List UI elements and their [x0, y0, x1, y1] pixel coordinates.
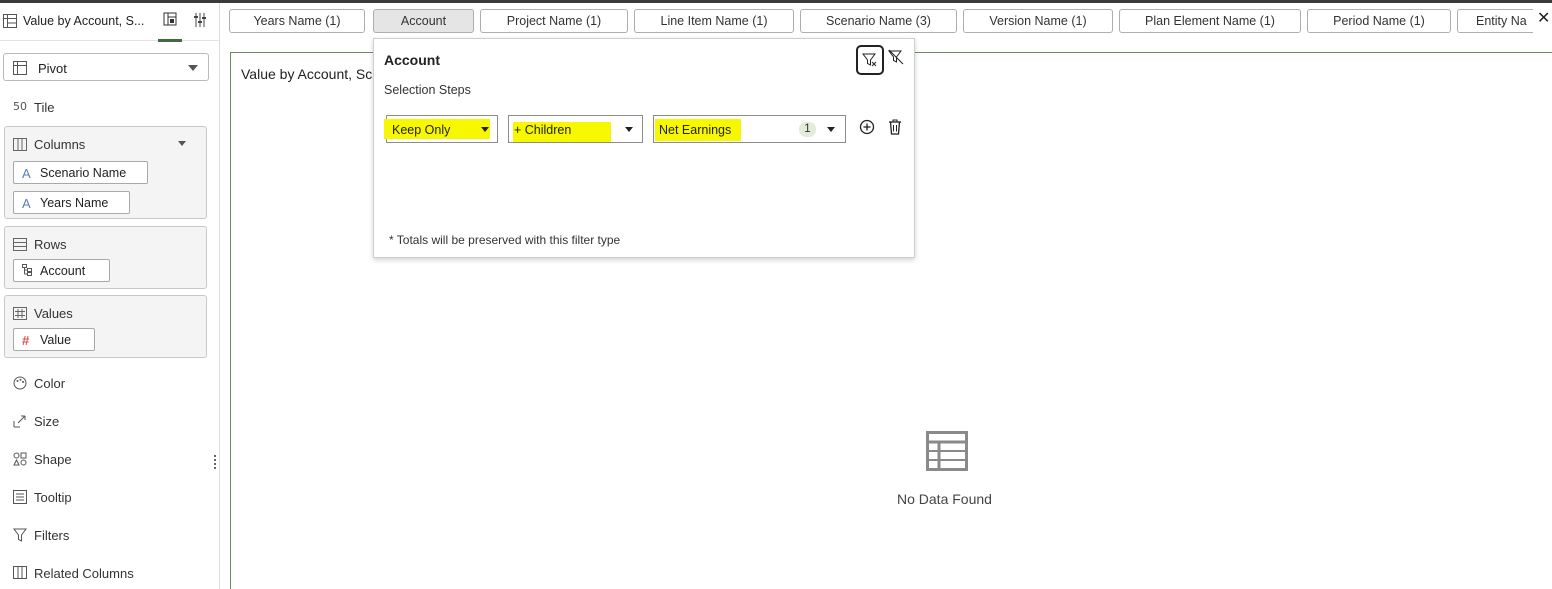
visualization-type-value: Pivot [38, 61, 67, 76]
filter-chip-active[interactable]: Account [373, 9, 474, 33]
values-icon [13, 307, 27, 323]
chevron-down-icon [827, 127, 835, 132]
filter-chip[interactable]: Years Name (1) [229, 9, 365, 33]
relation-select[interactable]: + Children [508, 115, 643, 143]
trash-icon[interactable] [888, 119, 902, 138]
size-label: Size [34, 414, 60, 429]
totals-note: * Totals will be preserved with this fil… [389, 233, 621, 247]
attribute-icon: A [22, 196, 31, 211]
member-count-badge: 1 [799, 122, 816, 137]
add-step-icon[interactable] [859, 119, 875, 138]
close-icon[interactable]: ✕ [1537, 8, 1550, 28]
action-select[interactable]: Keep Only [384, 115, 498, 143]
columns-section[interactable]: Columns A Scenario Name A Years Name [4, 126, 207, 219]
value-pill[interactable]: # Value [13, 328, 95, 351]
tab-grammar[interactable] [158, 3, 182, 42]
columns-label: Columns [34, 137, 86, 152]
panel-resize-handle[interactable] [214, 455, 216, 469]
empty-table-icon [926, 431, 968, 474]
shapes-icon [13, 452, 27, 469]
palette-icon [13, 376, 27, 393]
rows-section[interactable]: Rows Account [4, 226, 207, 289]
empty-state-message: No Data Found [897, 491, 992, 507]
rows-label: Rows [34, 237, 67, 252]
action-value: Keep Only [392, 123, 451, 137]
values-section[interactable]: Values # Value [4, 295, 207, 358]
visualization-title: Value by Account, S... [23, 14, 145, 28]
filters-label: Filters [34, 528, 70, 543]
member-value: Net Earnings [659, 123, 732, 137]
member-select[interactable]: Net Earnings 1 [653, 115, 846, 143]
tile-label: Tile [34, 100, 55, 115]
shape-label: Shape [34, 452, 72, 467]
selection-steps-label: Selection Steps [384, 83, 471, 97]
related-columns-icon [13, 566, 27, 582]
visualization-type-select[interactable]: Pivot [3, 53, 209, 81]
tooltip-icon [13, 490, 27, 507]
pill-label: Value [40, 333, 72, 347]
panel-header: Value by Account, S... [0, 3, 219, 42]
pill-label: Years Name [40, 196, 109, 210]
rows-icon [13, 238, 27, 254]
measure-icon: # [22, 333, 30, 348]
filter-chip[interactable]: Version Name (1) [963, 9, 1113, 33]
pivot-table-icon [3, 14, 17, 31]
account-filter-popup: Account Selection Steps Keep Only + Chil… [373, 38, 915, 258]
pivot-icon [13, 61, 27, 78]
chevron-down-icon[interactable] [178, 141, 186, 146]
filter-chip[interactable]: Line Item Name (1) [634, 9, 794, 33]
grammar-panel: Value by Account, S... Pivot 50 Tile Col… [0, 3, 220, 589]
chevron-down-icon [481, 127, 489, 132]
properties-sliders-icon[interactable] [193, 12, 207, 31]
pill-label: Account [40, 264, 86, 278]
filter-chip[interactable]: Project Name (1) [480, 9, 628, 33]
canvas-title: Value by Account, Sc [241, 66, 373, 82]
clear-filter-icon[interactable] [888, 49, 904, 68]
filter-settings-button[interactable] [856, 45, 884, 75]
related-columns-label: Related Columns [34, 566, 134, 581]
row-pill[interactable]: Account [13, 259, 110, 282]
color-label: Color [34, 376, 66, 391]
filter-chip[interactable]: Plan Element Name (1) [1119, 9, 1301, 33]
funnel-icon [13, 528, 27, 545]
filter-bar: Years Name (1) Account Project Name (1) … [221, 3, 1533, 40]
pill-label: Scenario Name [40, 166, 127, 180]
filter-chip[interactable]: Period Name (1) [1307, 9, 1451, 33]
filter-chip[interactable]: Entity Na [1457, 9, 1533, 33]
columns-icon [13, 138, 27, 154]
column-pill[interactable]: A Years Name [13, 191, 130, 214]
popup-title: Account [384, 52, 440, 68]
filter-chip[interactable]: Scenario Name (3) [800, 9, 957, 33]
resize-icon [13, 414, 27, 431]
values-label: Values [34, 306, 73, 321]
filter-edit-icon [862, 53, 877, 67]
hierarchy-icon [22, 264, 34, 279]
active-tab-indicator [158, 39, 182, 42]
grammar-icon [163, 12, 177, 29]
relation-value: + Children [514, 123, 572, 137]
attribute-icon: A [22, 166, 31, 181]
column-pill[interactable]: A Scenario Name [13, 161, 148, 184]
tooltip-label: Tooltip [34, 490, 72, 505]
chevron-down-icon [625, 127, 633, 132]
tile-icon: 50 [13, 100, 27, 113]
chevron-down-icon [188, 65, 198, 71]
